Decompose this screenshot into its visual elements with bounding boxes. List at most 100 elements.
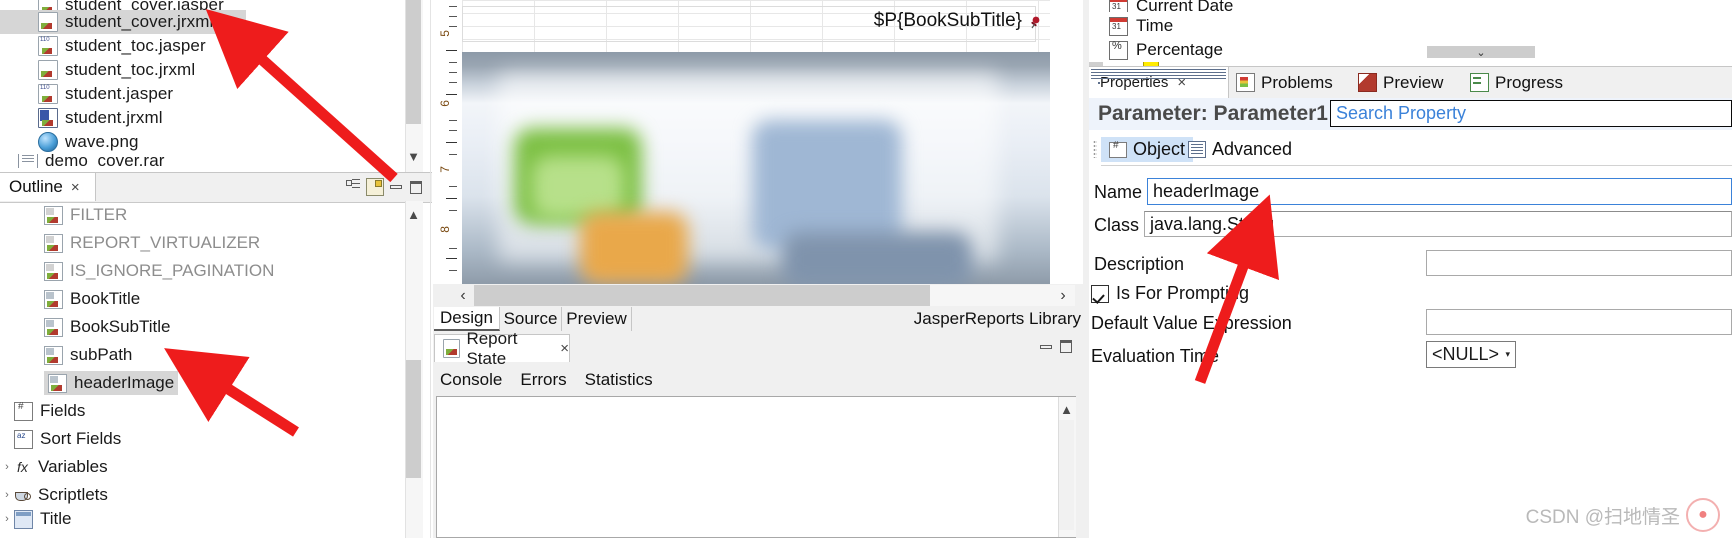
palette-collapse-button[interactable]: ⌄ (1427, 46, 1535, 59)
jasper-file-icon (38, 36, 58, 56)
parameter-icon (44, 345, 63, 365)
outline-item-filter[interactable]: FILTER (0, 201, 405, 229)
outline-item-is-ignore-pagination[interactable]: IS_IGNORE_PAGINATION (0, 257, 405, 285)
checkbox-checked-icon[interactable] (1091, 284, 1109, 303)
outline-item-variables[interactable]: › fx Variables (0, 453, 405, 481)
close-icon[interactable]: × (71, 179, 80, 196)
tab-source[interactable]: Source (500, 307, 562, 331)
calendar-icon (1109, 0, 1128, 12)
palette-item-current-date[interactable]: Current Date (1089, 0, 1732, 12)
outline-scrollbar-thumb[interactable] (406, 360, 421, 478)
outline-tree[interactable]: FILTER REPORT_VIRTUALIZER IS_IGNORE_PAGI… (0, 201, 405, 538)
tab-design[interactable]: Design (434, 307, 500, 331)
outline-item-label: Variables (38, 457, 108, 476)
evaluation-time-select[interactable]: <NULL> ▾ (1426, 341, 1516, 368)
outline-item-scriptlets[interactable]: › Scriptlets (0, 481, 405, 509)
palette-item-label: Time (1136, 16, 1174, 35)
maximize-icon[interactable] (408, 178, 426, 196)
tree-item-label: student_toc.jrxml (65, 60, 196, 79)
scroll-left-icon[interactable]: ‹ (452, 285, 474, 307)
subtab-statistics[interactable]: Statistics (585, 370, 653, 390)
drag-grip-icon[interactable] (1093, 140, 1097, 158)
tab-preview[interactable]: Preview (562, 307, 632, 331)
tab-preview-view[interactable]: Preview (1358, 67, 1443, 98)
scroll-down-icon[interactable]: ▼ (405, 145, 422, 167)
image-blob (532, 156, 624, 218)
default-value-expression-label: Default Value Expression (1091, 313, 1292, 333)
console-output[interactable] (436, 396, 1076, 538)
outline-item-title[interactable]: › Title (0, 509, 405, 529)
palette-item-percentage[interactable]: Percentage (1089, 40, 1732, 60)
tab-properties[interactable]: Properties × (1089, 67, 1229, 98)
default-value-expression-input[interactable] (1426, 309, 1732, 335)
outline-item-sort-fields[interactable]: Sort Fields (0, 425, 405, 453)
outline-item-label: BookTitle (70, 289, 141, 308)
chevron-right-icon[interactable]: › (0, 513, 14, 525)
outline-item-booktitle[interactable]: BookTitle (0, 285, 405, 313)
palette-item-label: Current Date (1136, 0, 1234, 12)
search-property-input[interactable]: Search Property (1330, 100, 1732, 127)
close-icon[interactable]: × (560, 340, 569, 357)
tree-item-file[interactable]: student_toc.jrxml (0, 58, 432, 82)
tree-item-file[interactable]: wave.png (0, 130, 432, 154)
tab-progress[interactable]: Progress (1470, 67, 1563, 98)
project-explorer-tree[interactable]: student_cover.jasper student_cover.jrxml… (0, 0, 432, 172)
outline-item-label: REPORT_VIRTUALIZER (70, 233, 261, 252)
watermark: CSDN @扫地情圣 ● (1526, 498, 1720, 532)
tree-item-file[interactable]: demo_cover.rar (0, 154, 432, 168)
tab-outline[interactable]: Outline × (0, 173, 96, 201)
outline-item-label: headerImage (74, 373, 175, 392)
collapse-all-icon[interactable] (345, 178, 363, 196)
outline-item-report-virtualizer[interactable]: REPORT_VIRTUALIZER (0, 229, 405, 257)
name-input[interactable]: headerImage (1147, 178, 1732, 205)
outline-item-label: Sort Fields (40, 429, 122, 448)
tree-item-file[interactable]: student_cover.jasper (0, 0, 432, 10)
close-icon[interactable]: × (1177, 74, 1186, 91)
subtab-advanced[interactable]: Advanced (1182, 137, 1298, 162)
outline-item-label: BookSubTitle (70, 317, 171, 336)
tab-problems[interactable]: Problems (1236, 67, 1333, 98)
problems-icon (1236, 73, 1255, 92)
header-image-preview[interactable] (462, 52, 1050, 284)
class-input[interactable]: java.lang.String (1144, 211, 1732, 237)
scroll-right-icon[interactable]: › (1052, 285, 1074, 307)
tab-report-state[interactable]: Report State × (434, 329, 570, 368)
scroll-up-icon[interactable]: ▲ (405, 203, 422, 225)
report-state-icon (443, 339, 461, 358)
parameter-icon (48, 373, 67, 393)
minimize-icon[interactable] (388, 178, 406, 196)
is-for-prompting-checkbox-row[interactable]: Is For Prompting (1091, 283, 1249, 304)
tree-item-file[interactable]: student.jrxml (0, 106, 432, 130)
report-elements-palette[interactable]: Current Date Time Percentage (1089, 0, 1732, 62)
chevron-right-icon[interactable]: › (0, 461, 14, 473)
palette-item-time[interactable]: Time (1089, 12, 1732, 40)
description-input[interactable] (1426, 250, 1732, 276)
tree-item-file[interactable]: student.jasper (0, 82, 432, 106)
title-band-icon (14, 509, 33, 529)
report-design-area[interactable]: $P{BookSubTitle} (462, 0, 1050, 284)
subtab-errors[interactable]: Errors (520, 370, 566, 390)
subtab-object[interactable]: Object (1101, 137, 1194, 162)
minimize-icon[interactable] (1038, 338, 1054, 354)
console-scrollbar-thumb[interactable] (1059, 420, 1074, 530)
tree-item-file-selected[interactable]: student_cover.jrxml (0, 10, 246, 34)
subtab-console[interactable]: Console (440, 370, 502, 390)
report-state-label: Report State (466, 328, 518, 368)
image-blob (752, 120, 902, 250)
jasper-file-icon (38, 84, 58, 104)
outline-item-fields[interactable]: Fields (0, 397, 405, 425)
outline-item-subpath[interactable]: subPath (0, 341, 405, 369)
tree-item-label: student_cover.jrxml (65, 12, 214, 31)
scroll-up-icon[interactable]: ▲ (1058, 399, 1075, 419)
chevron-right-icon[interactable]: › (0, 489, 14, 501)
subtitle-expression-label: $P{BookSubTitle} (873, 10, 1022, 31)
outline-item-headerimage[interactable]: headerImage (0, 369, 405, 397)
ruler-mark: 5 (438, 30, 452, 37)
maximize-icon[interactable] (1058, 337, 1074, 353)
parameter-icon (44, 289, 63, 309)
outline-item-booksubtitle[interactable]: BookSubTitle (0, 313, 405, 341)
view-menu-icon[interactable] (366, 178, 384, 196)
tree-item-file[interactable]: student_toc.jasper (0, 34, 432, 58)
project-explorer-scrollbar-thumb[interactable] (406, 0, 421, 124)
canvas-hscrollbar-thumb[interactable] (474, 285, 930, 306)
